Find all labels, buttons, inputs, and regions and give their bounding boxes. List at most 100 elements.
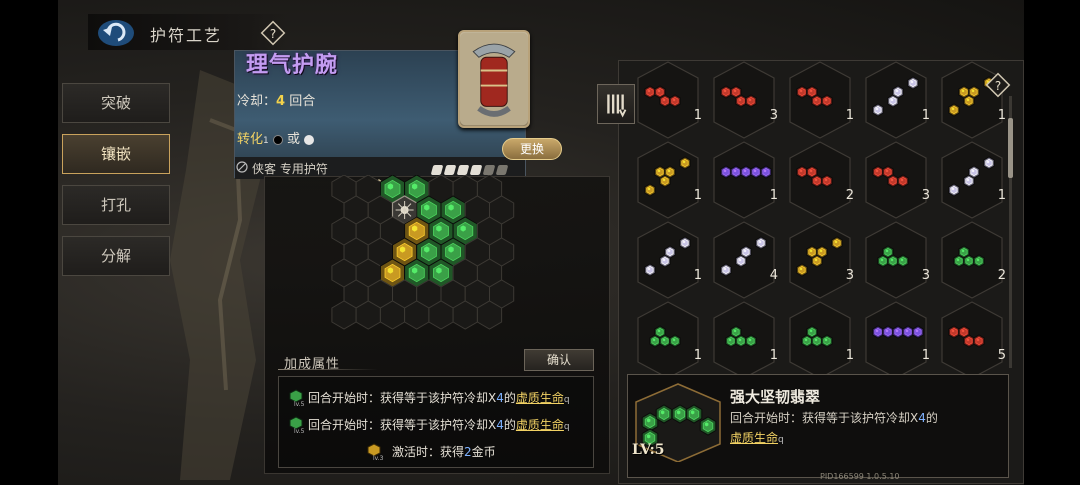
gem-icon bbox=[973, 254, 985, 268]
gem-icon bbox=[983, 156, 995, 170]
gem-icon bbox=[948, 325, 960, 339]
cooldown-unit: 回合 bbox=[289, 94, 316, 109]
gem-icon bbox=[796, 85, 808, 99]
convert-or: 或 bbox=[287, 132, 301, 147]
gem-icon bbox=[811, 174, 823, 188]
gem-count: 1 bbox=[770, 348, 778, 363]
attr-num: 2 bbox=[464, 445, 472, 459]
gem-count: 5 bbox=[998, 348, 1006, 363]
item-cooldown: 冷却：4 回合 bbox=[237, 90, 315, 109]
attr-level: lv.3 bbox=[373, 455, 384, 462]
gem-count: 1 bbox=[922, 108, 930, 123]
gem-icon bbox=[963, 254, 975, 268]
attribute-row: 激活时：获得2金币 bbox=[392, 443, 496, 460]
gem-count: 1 bbox=[694, 108, 702, 123]
menu-breakthrough-button[interactable]: 突破 bbox=[62, 83, 170, 123]
gem-count: 2 bbox=[998, 268, 1006, 283]
inventory-help-icon[interactable]: ? bbox=[985, 72, 1011, 98]
inventory-gem-slot[interactable]: 3 bbox=[789, 221, 854, 299]
gem-count: 1 bbox=[846, 348, 854, 363]
inventory-gem-slot[interactable]: 1 bbox=[865, 61, 930, 139]
gem-icon bbox=[654, 165, 666, 179]
inventory-gem-slot[interactable]: 3 bbox=[865, 141, 930, 219]
rarity-stars bbox=[430, 160, 510, 175]
inventory-gem-slot[interactable]: 4 bbox=[713, 221, 778, 299]
menu-inlay-button[interactable]: 镶嵌 bbox=[62, 134, 170, 174]
gem-count: 3 bbox=[922, 268, 930, 283]
inventory-gem-slot[interactable]: 5 bbox=[941, 301, 1006, 378]
inventory-gem-slot[interactable]: 1 bbox=[789, 61, 854, 139]
gem-icon bbox=[831, 236, 843, 250]
attr-text: 金币 bbox=[471, 445, 496, 459]
gem-count: 4 bbox=[770, 268, 778, 283]
inventory-gem-slot[interactable]: 1 bbox=[637, 221, 702, 299]
sort-icon[interactable] bbox=[597, 84, 635, 124]
inventory-gem-slot[interactable]: 1 bbox=[637, 61, 702, 139]
inventory-gem-slot[interactable]: 2 bbox=[789, 141, 854, 219]
inventory-gem-slot[interactable]: 1 bbox=[865, 301, 930, 378]
socket-board[interactable] bbox=[330, 175, 526, 335]
scrollbar-thumb[interactable] bbox=[1008, 118, 1013, 178]
gem-icon bbox=[735, 94, 747, 108]
gem-icon bbox=[679, 236, 691, 250]
gem-icon bbox=[740, 245, 752, 259]
info-icon: q bbox=[563, 395, 570, 405]
inventory-gem-slot[interactable]: 1 bbox=[789, 301, 854, 378]
desc-link[interactable]: 虚质生命 bbox=[730, 431, 778, 445]
convert-num: 1 bbox=[263, 136, 269, 146]
left-letterbox bbox=[0, 0, 58, 485]
info-icon: q bbox=[563, 422, 570, 432]
gem-name: 强大坚韧翡翠 bbox=[730, 388, 821, 406]
class-icon bbox=[236, 161, 248, 173]
inventory-gem-slot[interactable]: 2 bbox=[941, 221, 1006, 299]
help-icon[interactable]: ? bbox=[260, 20, 286, 46]
gem-count: 1 bbox=[846, 108, 854, 123]
inventory-gem-slot[interactable]: 1 bbox=[941, 141, 1006, 219]
gem-icon bbox=[872, 103, 884, 117]
gem-icon bbox=[659, 94, 671, 108]
gem-level: LV:5 bbox=[632, 442, 665, 458]
gem-inventory-grid[interactable]: 1 3 1 1 1 1 1 2 3 1 1 4 3 3 2 1 1 1 1 5 bbox=[618, 60, 1016, 378]
build-id: PID166599 1.0.5.10 bbox=[820, 472, 900, 481]
attr-link[interactable]: 虚质生命 bbox=[516, 418, 564, 432]
gem-icon bbox=[897, 254, 909, 268]
gem-icon bbox=[644, 85, 656, 99]
cooldown-label: 冷却： bbox=[237, 94, 277, 109]
change-button[interactable]: 更换 bbox=[502, 138, 562, 160]
gem-count: 1 bbox=[694, 348, 702, 363]
menu-disassemble-button[interactable]: 分解 bbox=[62, 236, 170, 276]
attr-level: lv.5 bbox=[294, 401, 305, 408]
star-icon bbox=[482, 165, 496, 175]
inventory-gem-slot[interactable]: 3 bbox=[713, 61, 778, 139]
gem-icon bbox=[750, 165, 762, 179]
gem-icon bbox=[892, 85, 904, 99]
gem-icon bbox=[745, 94, 757, 108]
gem-icon bbox=[968, 165, 980, 179]
attribute-row: 回合开始时：获得等于该护符冷却X4的虚质生命q bbox=[308, 416, 570, 433]
attr-link[interactable]: 虚质生命 bbox=[516, 391, 564, 405]
gem-icon bbox=[740, 165, 752, 179]
gem-icon bbox=[679, 156, 691, 170]
inventory-gem-slot[interactable]: 3 bbox=[865, 221, 930, 299]
inventory-gem-slot[interactable]: 1 bbox=[713, 301, 778, 378]
inventory-gem-slot[interactable]: 1 bbox=[713, 141, 778, 219]
star-icon bbox=[430, 165, 444, 175]
gem-description: 回合开始时：获得等于该护符冷却X4的 虚质生命q bbox=[730, 408, 980, 450]
attr-level: lv.5 bbox=[294, 428, 305, 435]
gem-icon bbox=[664, 245, 676, 259]
attr-text: 回合开始时：获得等于该护符冷却X bbox=[308, 391, 497, 405]
gem-count: 1 bbox=[998, 188, 1006, 203]
gem-icon bbox=[892, 325, 904, 339]
gem-icon bbox=[887, 174, 899, 188]
gem-icon bbox=[948, 103, 960, 117]
gem-icon bbox=[968, 85, 980, 99]
item-portrait bbox=[458, 30, 530, 128]
convert-label: 转化 bbox=[237, 132, 264, 147]
inventory-gem-slot[interactable]: 1 bbox=[637, 301, 702, 378]
confirm-button[interactable]: 确认 bbox=[524, 349, 594, 371]
gem-count: 2 bbox=[846, 188, 854, 203]
inventory-gem-slot[interactable]: 1 bbox=[637, 141, 702, 219]
back-arrow-icon[interactable] bbox=[96, 18, 136, 48]
gem-icon bbox=[641, 412, 659, 432]
menu-drill-button[interactable]: 打孔 bbox=[62, 185, 170, 225]
